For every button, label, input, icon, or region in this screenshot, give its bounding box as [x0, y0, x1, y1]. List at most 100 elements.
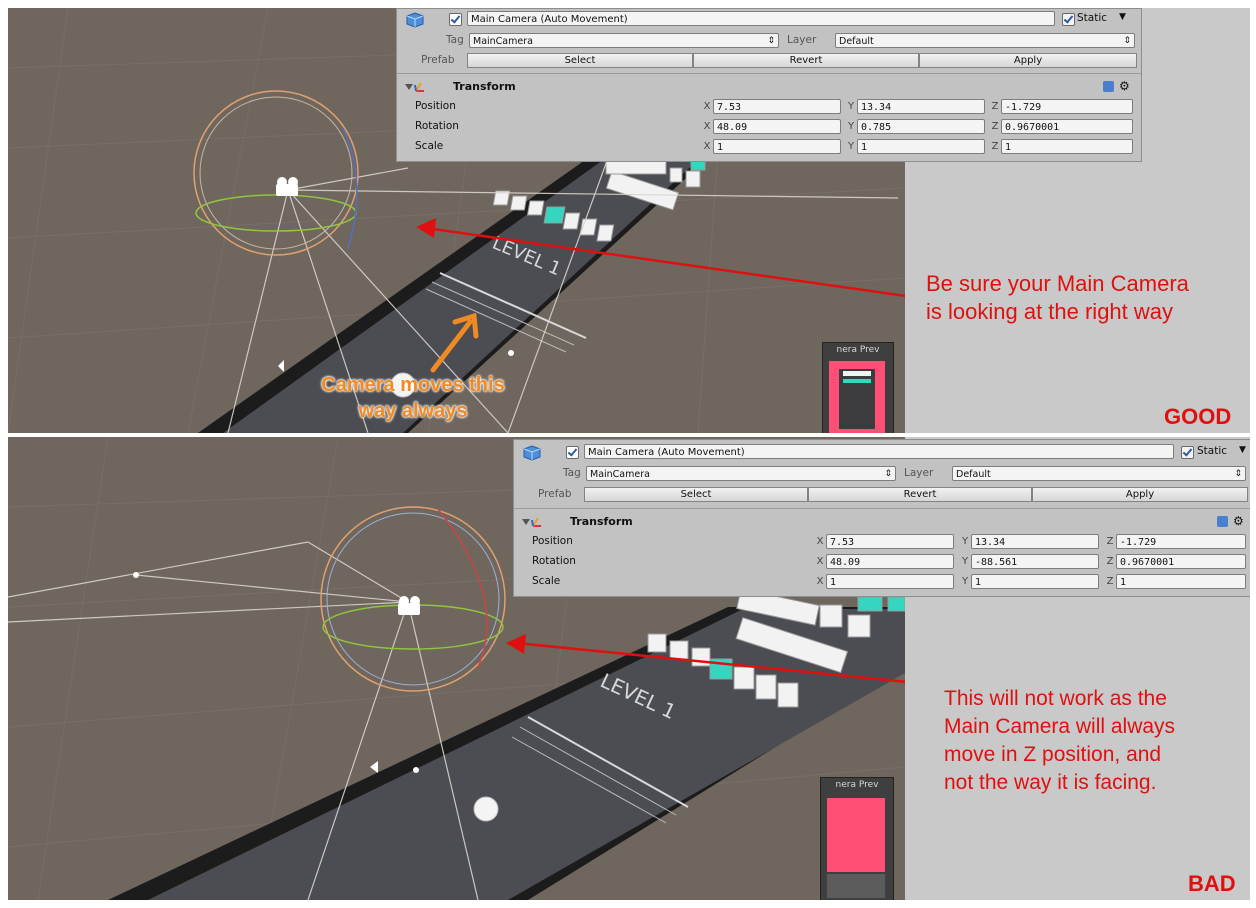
prefab-label: Prefab	[538, 488, 572, 500]
rotation-y-field[interactable]: -88.561	[971, 554, 1099, 569]
static-checkbox[interactable]	[1062, 13, 1075, 26]
tag-label: Tag	[446, 34, 464, 46]
orange-note-line: way always	[358, 400, 468, 422]
layer-label: Layer	[904, 467, 934, 479]
x-axis-label: X	[816, 536, 824, 547]
annotation-line: not the way it is facing.	[944, 771, 1157, 794]
layer-label: Layer	[787, 34, 817, 46]
position-label: Position	[415, 100, 456, 112]
orange-note-line: Camera moves this	[321, 374, 505, 396]
camera-preview-screen	[827, 798, 885, 872]
prefab-revert-button[interactable]: Revert	[808, 487, 1032, 502]
transform-title: Transform	[570, 515, 633, 528]
divider	[397, 73, 1141, 74]
prefab-apply-button[interactable]: Apply	[1032, 487, 1248, 502]
z-axis-label: Z	[1106, 536, 1114, 547]
rotation-z-field[interactable]: 0.9670001	[1116, 554, 1246, 569]
help-book-icon[interactable]	[1103, 81, 1114, 92]
y-axis-label: Y	[847, 121, 855, 132]
z-axis-label: Z	[991, 121, 999, 132]
dropdown-arrow-icon: ⇕	[767, 36, 775, 46]
help-book-icon[interactable]	[1217, 516, 1228, 527]
prefab-revert-button[interactable]: Revert	[693, 53, 919, 68]
position-y-field[interactable]: 13.34	[971, 534, 1099, 549]
bad-example-panel: LEVEL 1 nera Prev Main Camera (Auto Move…	[8, 437, 1250, 900]
active-checkbox[interactable]	[566, 446, 579, 459]
scale-x-field[interactable]: 1	[826, 574, 954, 589]
tag-dropdown[interactable]: MainCamera ⇕	[586, 466, 896, 481]
y-axis-label: Y	[847, 101, 855, 112]
x-axis-label: X	[816, 576, 824, 587]
scale-y-field[interactable]: 1	[857, 139, 985, 154]
tag-value: MainCamera	[473, 36, 533, 47]
x-axis-label: X	[703, 141, 711, 152]
good-annotation: Be sure your Main Camera is looking at t…	[926, 270, 1246, 326]
inspector-panel: Main Camera (Auto Movement) Static ▼ Tag…	[513, 439, 1250, 597]
prefab-label: Prefab	[421, 54, 455, 66]
rotation-z-field[interactable]: 0.9670001	[1001, 119, 1133, 134]
annotation-line: Be sure your Main Camera	[926, 271, 1189, 296]
static-dropdown-arrow-icon[interactable]: ▼	[1239, 443, 1246, 458]
z-axis-label: Z	[991, 101, 999, 112]
y-axis-label: Y	[961, 576, 969, 587]
annotation-line: move in Z position, and	[944, 743, 1162, 766]
foldout-arrow-icon[interactable]	[405, 84, 413, 90]
object-name-field[interactable]: Main Camera (Auto Movement)	[467, 11, 1055, 26]
position-y-field[interactable]: 13.34	[857, 99, 985, 114]
position-x-field[interactable]: 7.53	[713, 99, 841, 114]
layer-value: Default	[839, 36, 874, 47]
scale-label: Scale	[532, 575, 561, 587]
rotation-label: Rotation	[415, 120, 459, 132]
camera-preview: nera Prev	[820, 777, 894, 900]
rotation-x-field[interactable]: 48.09	[713, 119, 841, 134]
layer-dropdown[interactable]: Default ⇕	[835, 33, 1135, 48]
static-label: Static	[1077, 12, 1108, 24]
x-axis-label: X	[703, 101, 711, 112]
rotation-y-field[interactable]: 0.785	[857, 119, 985, 134]
active-checkbox[interactable]	[449, 13, 462, 26]
layer-dropdown[interactable]: Default ⇕	[952, 466, 1246, 481]
dropdown-arrow-icon: ⇕	[1123, 36, 1131, 46]
static-dropdown-arrow-icon[interactable]: ▼	[1119, 10, 1126, 25]
annotation-line: is looking at the right way	[926, 299, 1174, 324]
y-axis-label: Y	[961, 536, 969, 547]
annotation-line: This will not work as the	[944, 687, 1167, 710]
scale-y-field[interactable]: 1	[971, 574, 1099, 589]
prefab-apply-button[interactable]: Apply	[919, 53, 1137, 68]
divider	[514, 508, 1250, 509]
gear-icon[interactable]: ⚙	[1119, 79, 1130, 94]
position-z-field[interactable]: -1.729	[1001, 99, 1133, 114]
z-axis-label: Z	[991, 141, 999, 152]
position-z-field[interactable]: -1.729	[1116, 534, 1246, 549]
static-label: Static	[1197, 445, 1228, 457]
rotation-x-field[interactable]: 48.09	[826, 554, 954, 569]
prefab-select-button[interactable]: Select	[584, 487, 808, 502]
position-x-field[interactable]: 7.53	[826, 534, 954, 549]
unity-cube-icon	[523, 445, 541, 461]
tag-label: Tag	[563, 467, 581, 479]
transform-axes-icon	[414, 82, 424, 92]
orange-direction-note: Camera moves this way always	[278, 372, 548, 424]
good-verdict-label: GOOD	[1164, 404, 1232, 429]
scale-x-field[interactable]: 1	[713, 139, 841, 154]
prefab-select-button[interactable]: Select	[467, 53, 693, 68]
scale-z-field[interactable]: 1	[1001, 139, 1133, 154]
good-example-panel: LEVEL 1 Camera moves this way always ner…	[8, 8, 1250, 433]
tag-dropdown[interactable]: MainCamera ⇕	[469, 33, 779, 48]
camera-preview: nera Prev	[822, 342, 894, 433]
transform-axes-icon	[531, 517, 541, 527]
camera-preview-label: nera Prev	[836, 345, 880, 355]
foldout-arrow-icon[interactable]	[522, 519, 530, 525]
scale-z-field[interactable]: 1	[1116, 574, 1246, 589]
object-name-field[interactable]: Main Camera (Auto Movement)	[584, 444, 1174, 459]
bad-annotation: This will not work as the Main Camera wi…	[944, 685, 1250, 797]
gear-icon[interactable]: ⚙	[1233, 514, 1244, 529]
x-axis-label: X	[816, 556, 824, 567]
camera-preview-label: nera Prev	[835, 780, 879, 790]
static-checkbox[interactable]	[1181, 446, 1194, 459]
position-label: Position	[532, 535, 573, 547]
unity-cube-icon	[406, 12, 424, 28]
dropdown-arrow-icon: ⇕	[884, 469, 892, 479]
z-axis-label: Z	[1106, 576, 1114, 587]
layer-value: Default	[956, 469, 991, 480]
